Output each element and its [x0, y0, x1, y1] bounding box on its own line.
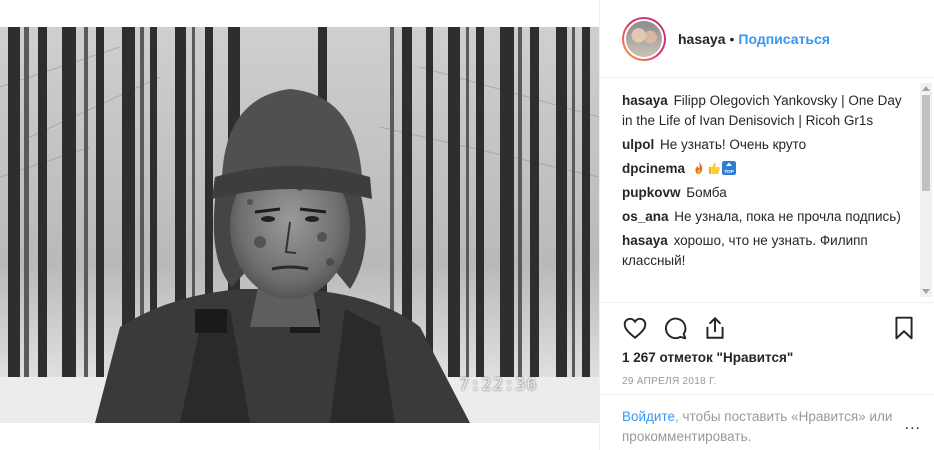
- comment-item: hasaya Filipp Olegovich Yankovsky | One …: [622, 91, 912, 131]
- header-separator: •: [729, 30, 735, 47]
- comment-text: Не узнать! Очень круто: [660, 137, 807, 152]
- top-emoji: TOP: [721, 161, 736, 175]
- comment-item: os_ana Не узнала, пока не прочла подпись…: [622, 207, 912, 227]
- scrollbar-thumb[interactable]: [922, 95, 930, 191]
- scroll-up-arrow-icon[interactable]: [922, 86, 930, 91]
- comment-item: pupkovw Бомба: [622, 183, 912, 203]
- comment-text: Не узнала, пока не прочла подпись): [674, 209, 901, 224]
- photo-illustration: [0, 27, 599, 423]
- bookmark-icon[interactable]: [891, 315, 917, 341]
- comment-username[interactable]: hasaya: [622, 233, 668, 248]
- comment-username[interactable]: dpcinema: [622, 161, 685, 176]
- login-prompt: Войдите, чтобы поставить «Нравится» или …: [600, 394, 934, 450]
- post-photo[interactable]: 7:22:36: [0, 27, 599, 423]
- photo-timestamp: 7:22:36: [459, 375, 538, 395]
- comment-text: Бомба: [686, 185, 727, 200]
- fire-emoji: [695, 162, 702, 174]
- post-side-panel: hasaya • Подписаться hasaya Filipp Olego…: [599, 0, 934, 450]
- comment-item: hasaya хорошо, что не узнать. Филипп кла…: [622, 231, 912, 271]
- post-author-username[interactable]: hasaya: [678, 31, 725, 47]
- likes-count[interactable]: 1 267 отметок "Нравится": [622, 350, 793, 365]
- post-photo-area: 7:22:36: [0, 0, 599, 450]
- comment-username[interactable]: ulpol: [622, 137, 654, 152]
- comments-list[interactable]: hasaya Filipp Olegovich Yankovsky | One …: [600, 79, 934, 301]
- comment-username[interactable]: os_ana: [622, 209, 669, 224]
- comment-username[interactable]: hasaya: [622, 93, 668, 108]
- comment-item: ulpol Не узнать! Очень круто: [622, 135, 912, 155]
- post-date: 29 АПРЕЛЯ 2018 Г.: [622, 376, 717, 387]
- scroll-down-arrow-icon[interactable]: [922, 289, 930, 294]
- post-actions-bar: [600, 302, 934, 350]
- avatar[interactable]: [624, 18, 664, 59]
- login-link[interactable]: Войдите: [622, 409, 675, 424]
- thumbs-up-emoji: [708, 162, 720, 174]
- follow-button[interactable]: Подписаться: [738, 31, 830, 47]
- comments-scrollbar[interactable]: [920, 83, 932, 297]
- post-header: hasaya • Подписаться: [600, 0, 934, 78]
- share-icon[interactable]: [702, 315, 728, 341]
- top-emoji-label: TOP: [724, 169, 733, 174]
- comment-icon[interactable]: [662, 315, 688, 341]
- heart-icon[interactable]: [622, 315, 648, 341]
- comment-item: dpcinema TOP: [622, 159, 912, 179]
- avatar-story-ring[interactable]: [622, 16, 666, 61]
- more-options-icon[interactable]: ...: [905, 415, 921, 435]
- header-text: hasaya • Подписаться: [678, 31, 830, 47]
- comment-username[interactable]: pupkovw: [622, 185, 681, 200]
